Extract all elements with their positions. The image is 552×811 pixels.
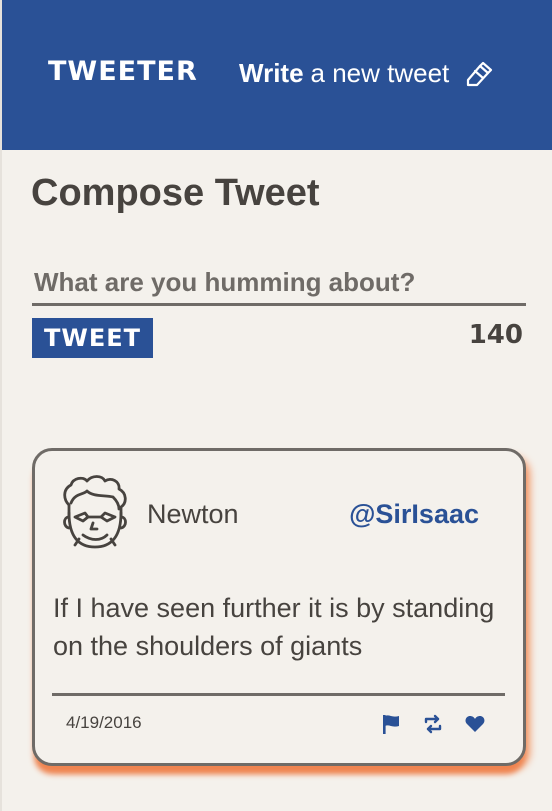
tweet-date: 4/19/2016 (66, 713, 142, 732)
new-tweet-label: a new tweet (310, 58, 450, 88)
retweet-icon[interactable] (422, 713, 444, 735)
avatar-icon (63, 475, 127, 549)
tweet-button[interactable]: TWEET (32, 318, 153, 358)
page: TWEETER Write a new tweet Compose Tweet … (0, 0, 552, 811)
brand-logo[interactable]: TWEETER (48, 56, 198, 87)
write-new-tweet-button[interactable]: Write a new tweet (239, 58, 493, 89)
compose-title: Compose Tweet (31, 172, 320, 214)
tweet-input[interactable] (32, 262, 526, 306)
author-name: Newton (147, 499, 239, 529)
heart-icon[interactable] (464, 713, 486, 735)
tweet-divider (52, 693, 505, 696)
tweet-actions (380, 713, 486, 735)
tweet-card: Newton @SirIsaac If I have seen further … (32, 448, 526, 766)
write-label: Write (239, 58, 304, 88)
tweet-text: If I have seen further it is by standing… (53, 593, 495, 661)
edit-icon (467, 61, 493, 86)
flag-icon[interactable] (380, 713, 402, 735)
character-counter: 140 (468, 320, 523, 350)
author-handle[interactable]: @SirIsaac (349, 499, 479, 530)
top-nav: TWEETER Write a new tweet (2, 0, 552, 150)
